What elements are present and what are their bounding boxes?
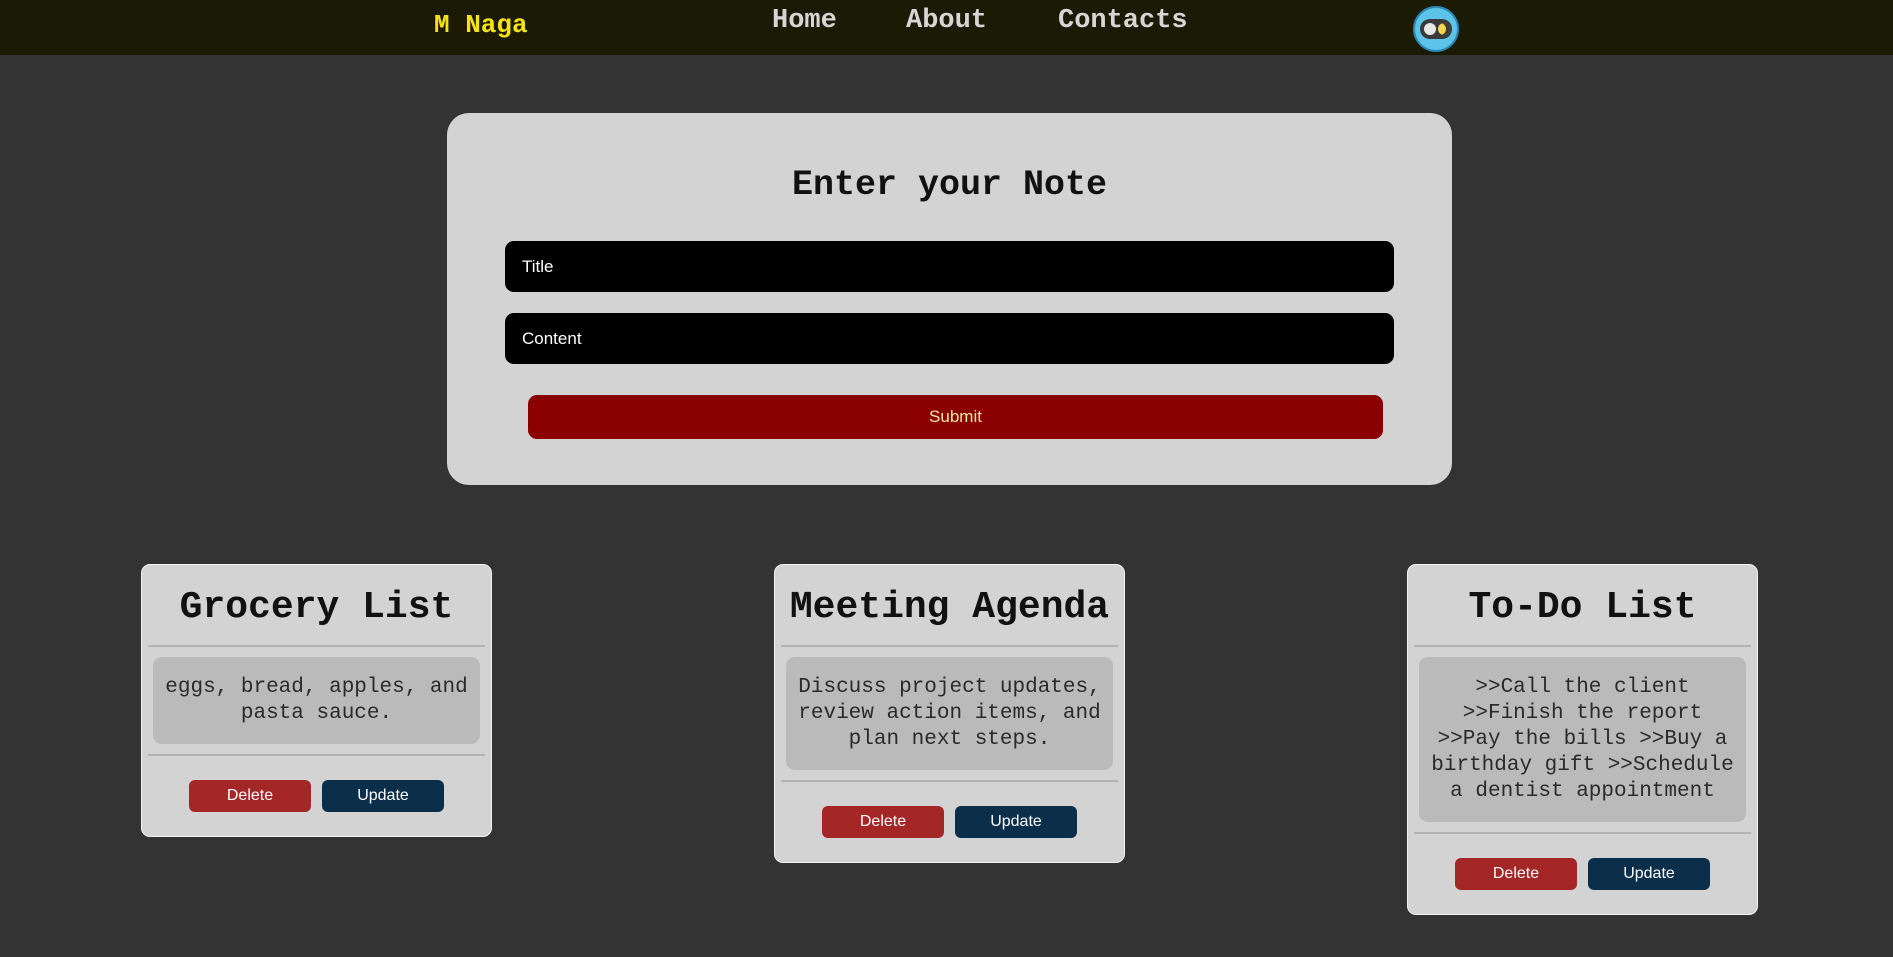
delete-button[interactable]: Delete [1455, 858, 1577, 890]
moon-icon [1438, 23, 1450, 35]
submit-button[interactable]: Submit [528, 395, 1383, 439]
nav-about-link[interactable]: About [906, 6, 987, 36]
note-form: Enter your Note Submit [447, 113, 1452, 485]
update-button[interactable]: Update [322, 780, 444, 812]
note-content: Discuss project updates, review action i… [786, 657, 1113, 770]
note-card-grocery: Grocery List eggs, bread, apples, and pa… [141, 564, 492, 837]
delete-button[interactable]: Delete [189, 780, 311, 812]
note-title: To-Do List [1468, 586, 1697, 629]
delete-button[interactable]: Delete [822, 806, 944, 838]
note-card-todo: To-Do List >>Call the client >>Finish th… [1407, 564, 1758, 915]
divider [1414, 645, 1751, 647]
navbar: M Naga Home About Contacts [0, 0, 1893, 55]
divider [781, 645, 1118, 647]
nav-contacts-link[interactable]: Contacts [1058, 6, 1188, 36]
title-input[interactable] [505, 241, 1394, 292]
nav-home-link[interactable]: Home [772, 6, 837, 36]
note-content: eggs, bread, apples, and pasta sauce. [153, 657, 480, 744]
update-button[interactable]: Update [955, 806, 1077, 838]
note-actions: Delete Update [1408, 834, 1757, 914]
toggle-knob [1424, 23, 1436, 35]
note-actions: Delete Update [142, 756, 491, 836]
toggle-track [1420, 19, 1452, 39]
note-title: Meeting Agenda [789, 586, 1110, 629]
form-heading: Enter your Note [791, 165, 1108, 205]
note-title: Grocery List [179, 586, 454, 629]
content-input[interactable] [505, 313, 1394, 364]
note-actions: Delete Update [775, 782, 1124, 862]
note-content: >>Call the client >>Finish the report >>… [1419, 657, 1746, 822]
note-card-meeting: Meeting Agenda Discuss project updates, … [774, 564, 1125, 863]
update-button[interactable]: Update [1588, 858, 1710, 890]
divider [148, 645, 485, 647]
brand-logo[interactable]: M Naga [434, 10, 528, 40]
dark-mode-toggle-icon[interactable] [1413, 6, 1459, 52]
